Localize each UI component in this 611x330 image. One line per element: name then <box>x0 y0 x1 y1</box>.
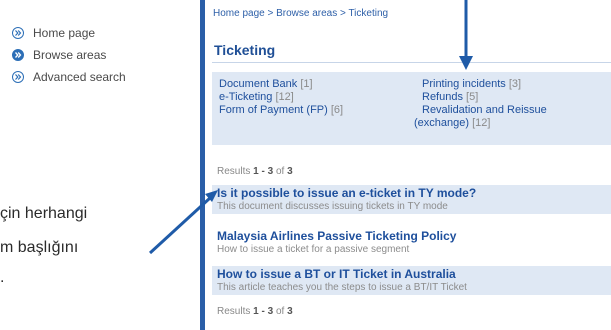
category-column-right: Printing incidents [3] Refunds [5] Reval… <box>414 78 547 130</box>
nav-item-home-page[interactable]: Home page <box>12 26 126 40</box>
category-count: [12] <box>472 117 491 129</box>
result-description: This article teaches you the steps to is… <box>217 282 467 293</box>
annotation-text-line-3: . <box>0 269 5 286</box>
result-title-link[interactable]: Malaysia Airlines Passive Ticketing Poli… <box>217 228 611 244</box>
annotation-text-line-1: çin herhangi <box>0 205 88 222</box>
result-item: Is it possible to issue an e-ticket in T… <box>212 185 611 214</box>
result-item: Malaysia Airlines Passive Ticketing Poli… <box>212 228 611 257</box>
nav-item-label: Advanced search <box>33 70 126 84</box>
category-count: [6] <box>330 104 344 116</box>
nav-item-label: Home page <box>33 26 96 40</box>
category-link-printing-incidents[interactable]: Printing incidents [3] <box>422 78 547 91</box>
category-column-left: Document Bank [1] e-Ticketing [12] Form … <box>219 78 343 117</box>
category-link-document-bank[interactable]: Document Bank [1] <box>219 78 343 91</box>
category-link-refunds[interactable]: Refunds [5] <box>422 91 547 104</box>
nav-item-label: Browse areas <box>33 48 107 62</box>
breadcrumb[interactable]: Home page > Browse areas > Ticketing <box>213 8 388 19</box>
nav-item-advanced-search[interactable]: Advanced search <box>12 70 126 84</box>
category-link-form-of-payment[interactable]: Form of Payment (FP) [6] <box>219 104 343 117</box>
category-count: [1] <box>300 78 313 90</box>
result-item: How to issue a BT or IT Ticket in Austra… <box>212 266 611 295</box>
category-link-e-ticketing[interactable]: e-Ticketing [12] <box>219 91 343 104</box>
results-summary-top: Results 1 - 3 of 3 <box>217 166 293 177</box>
category-link-revalidation-and-reissue[interactable]: Revalidation and Reissue (exchange) [12] <box>414 104 547 130</box>
title-divider <box>212 62 611 63</box>
category-count: [3] <box>508 78 522 90</box>
chevron-right-filled-icon <box>12 49 24 61</box>
nav-item-browse-areas[interactable]: Browse areas <box>12 48 126 62</box>
annotation-text-line-2: m başlığını <box>0 239 79 256</box>
category-count: [5] <box>466 91 479 103</box>
chevron-right-outline-icon <box>12 71 24 83</box>
chevron-right-outline-icon <box>12 27 24 39</box>
result-title-link[interactable]: How to issue a BT or IT Ticket in Austra… <box>217 266 611 282</box>
result-description: This document discusses issuing tickets … <box>217 201 448 212</box>
result-title-link[interactable]: Is it possible to issue an e-ticket in T… <box>217 185 611 201</box>
left-nav: Home page Browse areas Advanced search <box>12 26 126 92</box>
category-panel: Document Bank [1] e-Ticketing [12] Form … <box>212 72 611 145</box>
page-title: Ticketing <box>214 42 276 58</box>
category-count: [12] <box>275 91 294 103</box>
main-content: Home page > Browse areas > Ticketing Tic… <box>205 0 611 330</box>
results-summary-bottom: Results 1 - 3 of 3 <box>217 306 293 317</box>
result-description: How to issue a ticket for a passive segm… <box>217 244 410 255</box>
